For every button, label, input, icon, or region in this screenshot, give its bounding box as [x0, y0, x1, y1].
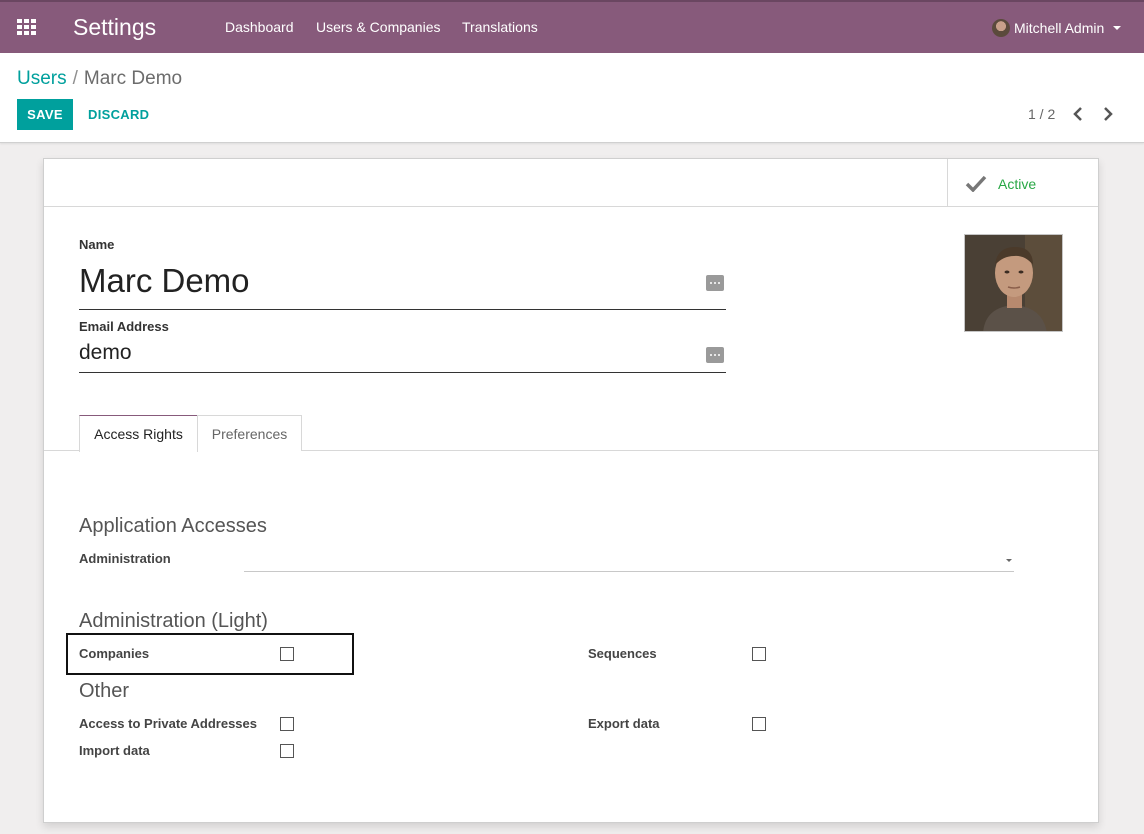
pager-value[interactable]: 1 / 2 [1028, 106, 1055, 122]
private-addresses-checkbox[interactable] [280, 717, 294, 731]
caret-down-icon[interactable] [1006, 559, 1012, 562]
section-other: Other [79, 680, 130, 702]
user-avatar [992, 19, 1010, 37]
check-icon [965, 175, 987, 192]
breadcrumb-current: Marc Demo [83, 68, 183, 89]
discard-button[interactable]: DISCARD [80, 99, 157, 130]
tab-access-rights[interactable]: Access Rights [79, 415, 198, 452]
control-panel: Users / Marc Demo SAVE DISCARD 1 / 2 [0, 53, 1144, 143]
import-data-label: Import data [79, 743, 150, 758]
caret-down-icon [1113, 26, 1122, 30]
top-navbar: Settings Dashboard Users & Companies Tra… [0, 0, 1144, 53]
sequences-checkbox[interactable] [752, 647, 766, 661]
nav-dashboard[interactable]: Dashboard [225, 19, 294, 35]
sequences-label: Sequences [588, 646, 657, 661]
email-input[interactable]: demo [79, 339, 726, 373]
apps-menu-icon[interactable] [17, 19, 37, 37]
administration-select-underline [244, 571, 1014, 572]
app-title[interactable]: Settings [73, 14, 156, 41]
export-data-checkbox[interactable] [752, 717, 766, 731]
user-photo[interactable] [964, 234, 1063, 332]
breadcrumb-users-link[interactable]: Users [17, 68, 67, 89]
translate-icon[interactable] [706, 347, 724, 363]
form-sheet: Active Name Marc Demo Email Address demo… [43, 158, 1099, 823]
administration-label: Administration [79, 551, 171, 566]
user-menu[interactable]: Mitchell Admin [992, 17, 1122, 39]
chevron-right-icon[interactable] [1101, 104, 1115, 124]
name-input[interactable]: Marc Demo [79, 259, 726, 310]
breadcrumb-separator: / [72, 68, 78, 89]
breadcrumb: Users / Marc Demo [17, 68, 182, 90]
name-label: Name [79, 237, 115, 252]
save-button[interactable]: SAVE [17, 99, 73, 130]
private-addresses-label: Access to Private Addresses [79, 716, 258, 731]
section-administration-light: Administration (Light) [79, 610, 268, 632]
nav-translations[interactable]: Translations [462, 19, 538, 35]
section-application-accesses: Application Accesses [79, 515, 267, 537]
notebook-tabs: Access Rights Preferences [44, 415, 1098, 452]
chevron-left-icon[interactable] [1071, 104, 1085, 124]
import-data-checkbox[interactable] [280, 744, 294, 758]
administration-select[interactable] [244, 549, 1014, 571]
export-data-label: Export data [588, 716, 660, 731]
translate-icon[interactable] [706, 275, 724, 291]
nav-users-companies[interactable]: Users & Companies [316, 19, 441, 35]
user-name: Mitchell Admin [1014, 20, 1105, 36]
active-label: Active [998, 176, 1037, 192]
highlight-annotation-box [66, 633, 354, 675]
tab-preferences[interactable]: Preferences [197, 415, 302, 451]
email-label: Email Address [79, 319, 169, 334]
active-toggle-button[interactable]: Active [947, 159, 1098, 207]
button-box: Active [44, 159, 1098, 207]
